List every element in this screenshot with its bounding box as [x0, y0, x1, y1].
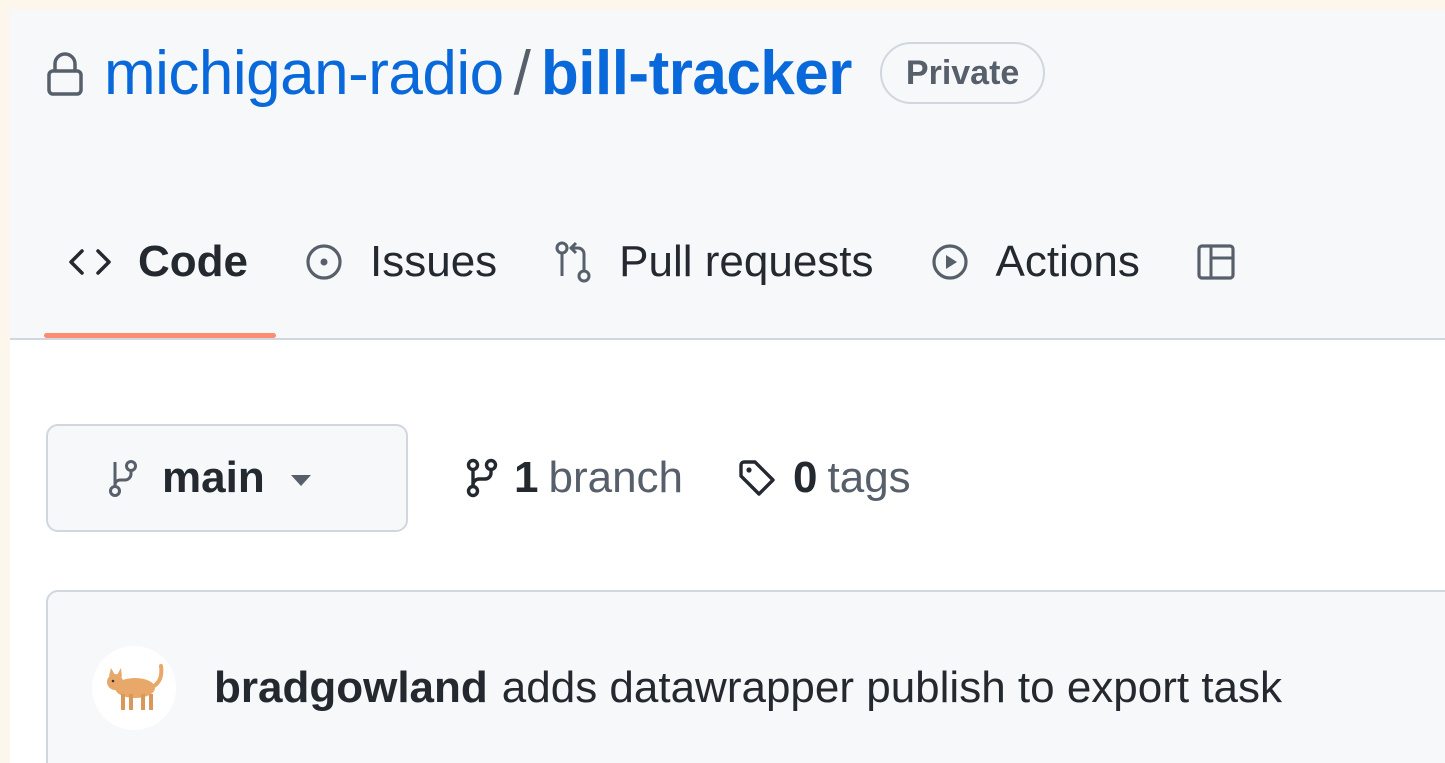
branch-count: 1 [514, 453, 539, 502]
issue-opened-icon [304, 242, 344, 282]
branch-word: branch [548, 453, 684, 502]
tab-projects-partial[interactable] [1168, 220, 1290, 304]
latest-commit-box: bradgowland adds datawrapper publish to … [46, 590, 1445, 763]
tab-pull-requests[interactable]: Pull requests [525, 220, 901, 304]
branch-select-button[interactable]: main [46, 424, 408, 532]
play-icon [930, 242, 970, 282]
tags-link[interactable]: 0 tags [737, 453, 911, 503]
path-separator: / [513, 38, 531, 108]
table-icon [1196, 242, 1236, 282]
tag-count: 0 [793, 453, 818, 502]
commit-author-link[interactable]: bradgowland [214, 663, 488, 713]
git-pull-request-icon [553, 240, 593, 284]
repo-page: michigan-radio / bill-tracker Private Co… [10, 10, 1445, 763]
branch-select-label: main [162, 453, 265, 502]
tab-actions[interactable]: Actions [902, 220, 1168, 304]
repo-name-link[interactable]: bill-tracker [541, 38, 853, 109]
tab-pull-requests-label: Pull requests [619, 237, 874, 286]
latest-commit-row: bradgowland adds datawrapper publish to … [92, 640, 1282, 736]
tab-code[interactable]: Code [44, 220, 276, 338]
repo-title: michigan-radio / bill-tracker Private [46, 38, 1046, 109]
tab-issues-label: Issues [370, 237, 498, 286]
visibility-badge: Private [879, 42, 1046, 104]
repo-nav-tabs: Code Issues Pull requests Actions [44, 220, 1290, 340]
lock-icon [46, 51, 84, 97]
tab-issues[interactable]: Issues [276, 220, 525, 304]
repo-owner-link[interactable]: michigan-radio [104, 38, 504, 109]
repo-header: michigan-radio / bill-tracker Private Co… [10, 10, 1445, 340]
git-branch-icon [108, 458, 138, 498]
tab-actions-label: Actions [995, 237, 1140, 286]
tag-icon [737, 458, 777, 498]
cat-avatar[interactable] [92, 646, 176, 730]
branches-link[interactable]: 1 branch [466, 453, 683, 503]
tab-code-label: Code [138, 237, 248, 286]
caret-down-icon [290, 474, 311, 486]
commit-message-link[interactable]: adds datawrapper publish to export task [502, 663, 1282, 713]
code-icon [68, 247, 112, 277]
git-branch-icon [466, 458, 498, 498]
repo-meta-links: 1 branch 0 tags [466, 442, 965, 514]
tag-word: tags [827, 453, 911, 502]
